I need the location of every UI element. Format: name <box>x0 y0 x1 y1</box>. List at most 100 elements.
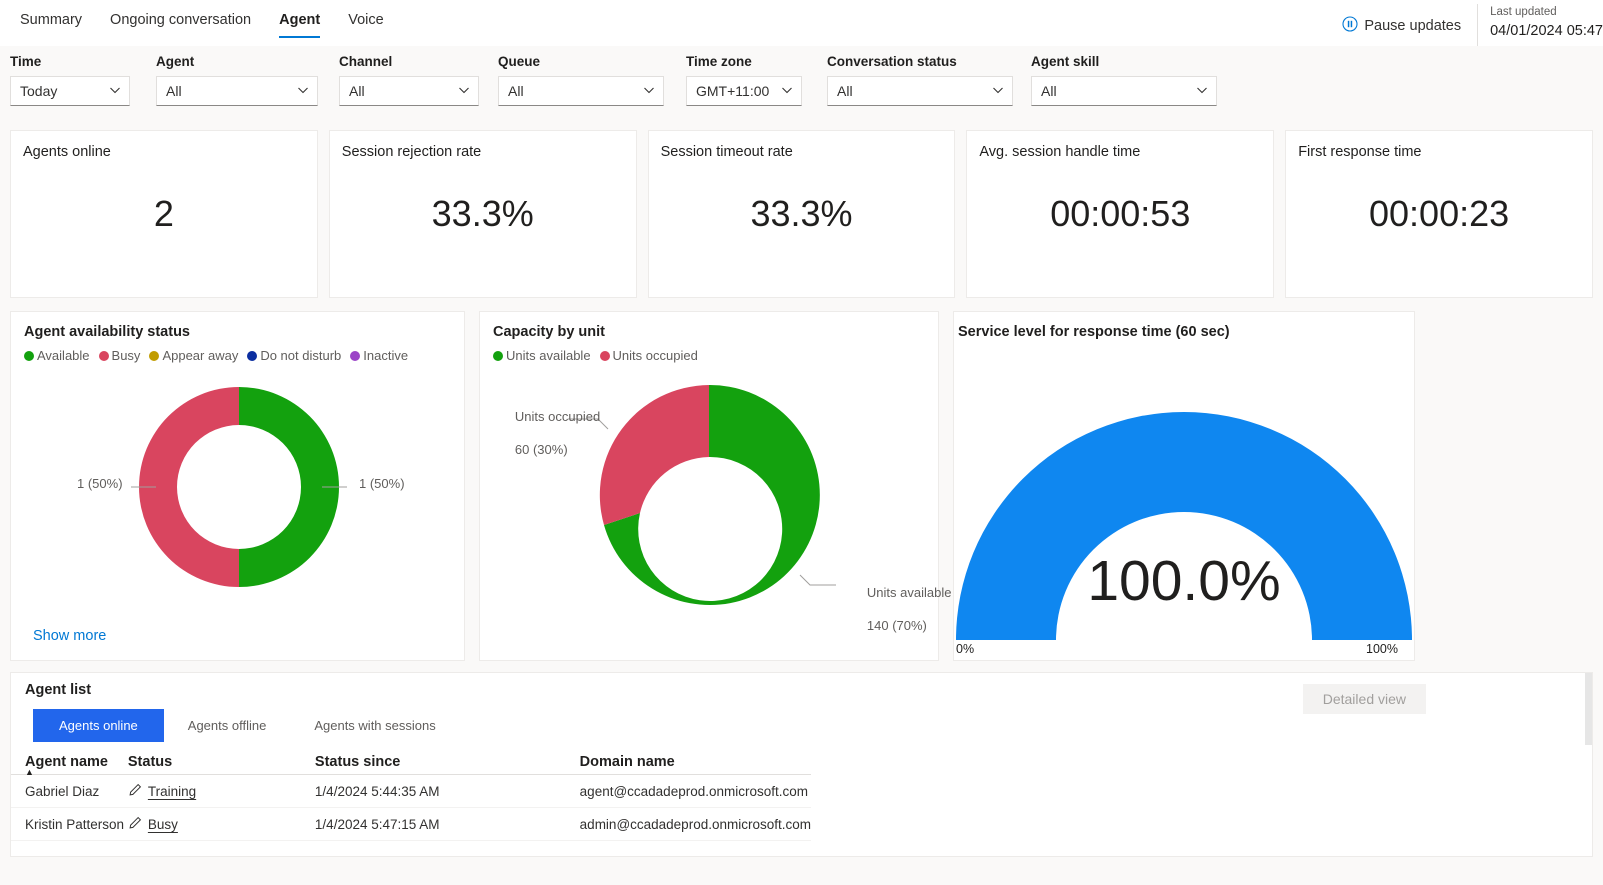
gauge-axis-max-label: 100% <box>1366 642 1398 656</box>
kpi-value: 00:00:23 <box>1369 193 1510 234</box>
column-header-label: Status since <box>314 754 401 770</box>
tab-summary[interactable]: Summary <box>6 0 96 41</box>
agent-list-tab-agents-online[interactable]: Agents online <box>33 709 164 742</box>
show-more-link[interactable]: Show more <box>33 628 106 644</box>
cell-status-since: 1/4/2024 5:47:15 AM <box>314 807 580 841</box>
filter-time-zone-label: Time zone <box>686 54 752 69</box>
top-tab-bar: Summary Ongoing conversation Agent Voice… <box>0 0 1603 46</box>
capacity-label-available: Units available 140 (70%) <box>838 569 952 650</box>
kpi-value: 00:00:53 <box>1050 193 1191 234</box>
filter-agent-skill-value: All <box>1041 83 1057 99</box>
cell-domain-name: agent@ccadadeprod.onmicrosoft.com <box>579 774 811 808</box>
kpi-card-session-rejection-rate: Session rejection rate 33.3% <box>328 130 637 298</box>
availability-donut-chart[interactable]: 1 (50%) 1 (50%) <box>11 363 464 598</box>
filter-agent-value: All <box>166 83 182 99</box>
capacity-label-available-line1: Units available <box>866 585 952 601</box>
capacity-label-occupied: Units occupied 60 (30%) <box>486 393 600 474</box>
table-row[interactable]: Gabriel Diaz Training 1/4/2024 5:44:35 A… <box>11 774 811 808</box>
legend-item-available: Available <box>24 348 90 363</box>
last-updated-block: Last updated 04/01/2024 05:47 <box>1478 0 1603 42</box>
status-value[interactable]: Busy <box>148 817 178 832</box>
filter-time: Time Today <box>10 54 156 106</box>
capacity-donut-chart[interactable]: Units occupied 60 (30%) Units available … <box>480 363 951 633</box>
detailed-view-button[interactable]: Detailed view <box>1302 684 1426 714</box>
legend-dot-icon <box>350 350 361 361</box>
column-header-status[interactable]: Status <box>127 754 315 775</box>
status-editable[interactable]: Training <box>128 783 315 800</box>
column-header-status-since[interactable]: Status since <box>314 754 580 775</box>
agent-list-tab-agents-offline[interactable]: Agents offline <box>164 709 291 742</box>
filter-agent: Agent All <box>156 54 339 106</box>
table-header-row: Agent name ▲ Status Status since Domain … <box>11 754 811 777</box>
filter-queue-select[interactable]: All <box>498 76 664 106</box>
sort-ascending-icon: ▲ <box>25 767 34 777</box>
kpi-value: 2 <box>153 193 174 234</box>
panel-agent-availability-status: Agent availability status Available Busy… <box>10 311 465 661</box>
filter-agent-select[interactable]: All <box>156 76 318 106</box>
legend-dot-icon <box>149 350 160 361</box>
agent-list-tab-agents-with-sessions[interactable]: Agents with sessions <box>290 709 459 742</box>
legend-dot-icon <box>599 350 610 361</box>
legend-label: Appear away <box>162 348 239 363</box>
tab-ongoing-conversation-label: Ongoing conversation <box>110 12 252 28</box>
cell-agent-name: Gabriel Diaz <box>11 774 128 808</box>
filter-conversation-status-value: All <box>837 83 853 99</box>
filter-conversation-status-label: Conversation status <box>827 54 957 69</box>
charts-row: Agent availability status Available Busy… <box>0 298 1603 661</box>
agent-list-scrollbar[interactable] <box>1585 673 1592 856</box>
agent-list-tab-label: Agents offline <box>187 718 267 733</box>
cell-status: Training <box>127 774 315 808</box>
column-header-agent-name[interactable]: Agent name ▲ <box>11 754 128 777</box>
status-editable[interactable]: Busy <box>128 816 315 833</box>
panel-capacity-by-unit: Capacity by unit Units available Units o… <box>479 311 951 661</box>
legend-label: Units occupied <box>612 348 698 363</box>
pause-updates-button[interactable]: Pause updates <box>1342 0 1477 36</box>
status-value[interactable]: Training <box>148 784 196 799</box>
kpi-card-row: Agents online 2 Session rejection rate 3… <box>0 130 1603 298</box>
agent-list-table: Agent name ▲ Status Status since Domain … <box>11 754 811 841</box>
filter-queue-value: All <box>508 83 524 99</box>
filter-time-zone-value: GMT+11:00 <box>696 83 770 99</box>
legend-item-do-not-disturb: Do not disturb <box>247 348 341 363</box>
legend-dot-icon <box>247 350 258 361</box>
filter-time-select[interactable]: Today <box>10 76 130 106</box>
kpi-title: First response time <box>1298 144 1422 160</box>
tab-voice-label: Voice <box>348 12 384 28</box>
filter-channel-label: Channel <box>339 54 393 69</box>
capacity-label-occupied-line1: Units occupied <box>514 409 601 425</box>
panel-service-level-response-time: Service level for response time (60 sec)… <box>953 311 1415 661</box>
filter-channel-value: All <box>349 83 365 99</box>
cell-domain-name: admin@ccadadeprod.onmicrosoft.com <box>579 807 811 841</box>
gauge-value: 100.0% <box>1087 549 1281 613</box>
kpi-card-avg-session-handle-time: Avg. session handle time 00:00:53 <box>966 130 1275 298</box>
filter-conversation-status: Conversation status All <box>827 54 1031 106</box>
pause-circle-icon <box>1342 16 1358 36</box>
panel-title: Capacity by unit <box>493 324 605 340</box>
cell-status: Busy <box>127 807 315 841</box>
filter-time-zone-select[interactable]: GMT+11:00 <box>686 76 802 106</box>
tab-voice[interactable]: Voice <box>334 0 397 41</box>
column-header-domain-name[interactable]: Domain name <box>579 754 811 775</box>
filter-conversation-status-select[interactable]: All <box>827 76 1013 106</box>
dashboard-tabs: Summary Ongoing conversation Agent Voice <box>0 0 398 41</box>
table-row[interactable]: Kristin Patterson Busy 1/4/2024 5:47:15 … <box>11 807 811 841</box>
cell-agent-name: Kristin Patterson <box>11 807 128 841</box>
cell-status-since: 1/4/2024 5:44:35 AM <box>314 774 580 808</box>
pencil-edit-icon[interactable] <box>128 816 142 833</box>
kpi-title: Session rejection rate <box>341 144 482 160</box>
filter-channel-select[interactable]: All <box>339 76 479 106</box>
tab-ongoing-conversation[interactable]: Ongoing conversation <box>96 0 265 41</box>
chevron-down-icon <box>781 83 793 99</box>
pencil-edit-icon[interactable] <box>128 783 142 800</box>
availability-label-right: 1 (50%) <box>359 476 405 491</box>
service-level-gauge-chart[interactable]: 100.0% 0% 100% <box>954 340 1414 656</box>
tab-agent[interactable]: Agent <box>265 0 334 41</box>
last-updated-value: 04/01/2024 05:47 <box>1490 22 1603 39</box>
last-updated-label: Last updated <box>1490 6 1557 18</box>
agent-list-scrollbar-thumb[interactable] <box>1585 673 1592 745</box>
filter-agent-skill-select[interactable]: All <box>1031 76 1217 106</box>
legend-label: Units available <box>506 348 591 363</box>
chevron-down-icon <box>643 83 655 99</box>
kpi-title: Avg. session handle time <box>979 144 1141 160</box>
filter-agent-label: Agent <box>156 54 195 69</box>
